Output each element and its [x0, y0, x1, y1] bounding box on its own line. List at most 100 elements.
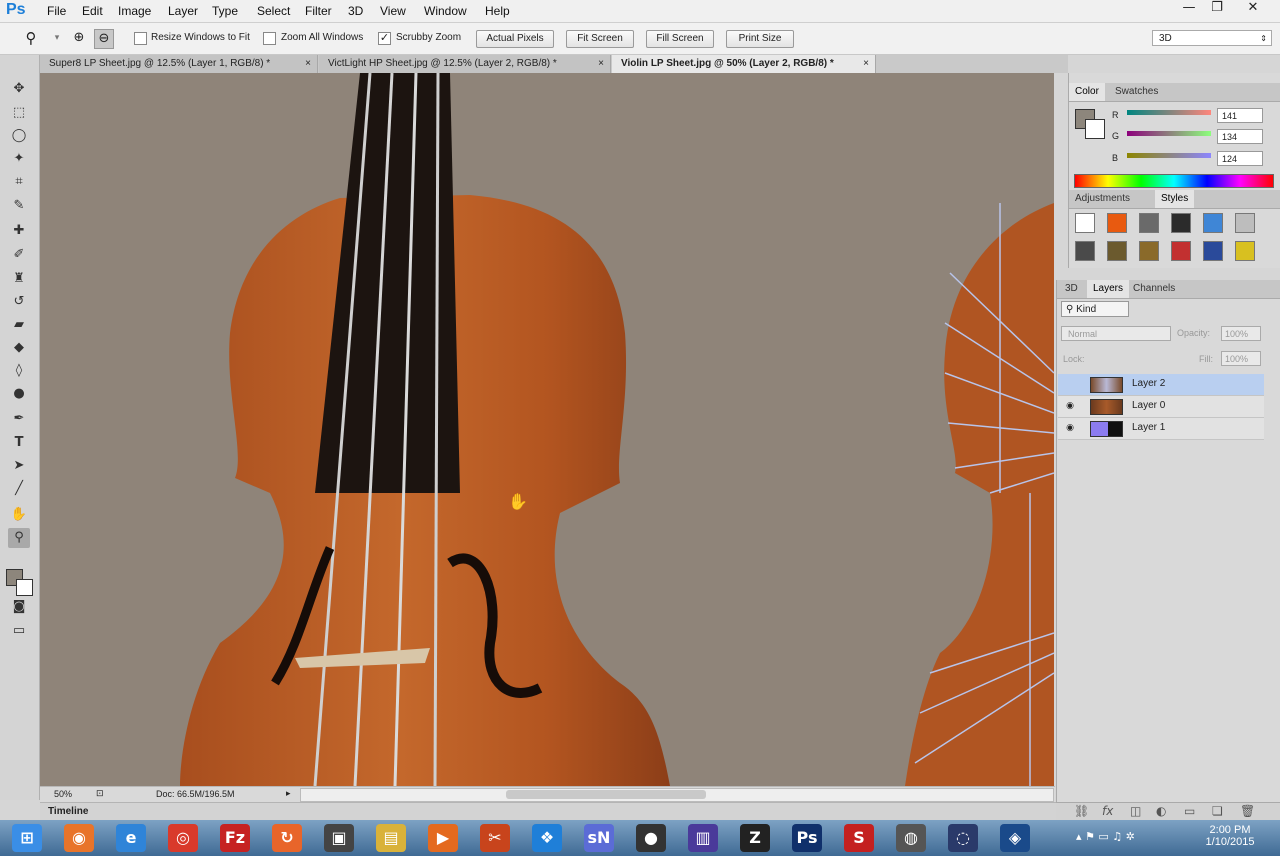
taskbar-firefox-icon[interactable]: ◉: [64, 824, 94, 852]
taskbar-substance-icon[interactable]: S: [844, 824, 874, 852]
tab-color[interactable]: Color: [1069, 83, 1105, 101]
taskbar-internet-explorer-icon[interactable]: e: [116, 824, 146, 852]
taskbar-start-icon[interactable]: ⊞: [12, 824, 42, 852]
red-value[interactable]: 141: [1217, 108, 1263, 123]
doc-tab-violin[interactable]: Violin LP Sheet.jpg @ 50% (Layer 2, RGB/…: [612, 55, 876, 73]
blend-mode-select[interactable]: Normal: [1061, 326, 1171, 341]
actual-pixels-button[interactable]: Actual Pixels: [476, 30, 554, 48]
taskbar-dropbox-icon[interactable]: ❖: [532, 824, 562, 852]
zoom-in-icon[interactable]: ⊕: [70, 29, 88, 47]
status-menu-arrow-icon[interactable]: ▸: [286, 788, 291, 799]
visibility-toggle-icon[interactable]: [1064, 379, 1076, 390]
tab-styles[interactable]: Styles: [1155, 190, 1195, 208]
blur-tool-icon[interactable]: ◊: [8, 361, 30, 381]
taskbar-chrome-icon[interactable]: ◎: [168, 824, 198, 852]
style-swatch[interactable]: [1235, 213, 1255, 233]
trash-icon[interactable]: 🗑: [1240, 804, 1255, 818]
fit-screen-button[interactable]: Fit Screen: [566, 30, 634, 48]
menu-file[interactable]: File: [47, 4, 66, 18]
link-layers-icon[interactable]: ⛓: [1074, 804, 1089, 818]
pen-tool-icon[interactable]: ✒: [8, 409, 30, 429]
eyedropper-tool-icon[interactable]: ✎: [8, 196, 30, 216]
blue-value[interactable]: 124: [1217, 151, 1263, 166]
brush-tool-icon[interactable]: ✐: [8, 245, 30, 265]
style-swatch[interactable]: [1203, 241, 1223, 261]
path-select-tool-icon[interactable]: ➤: [8, 456, 30, 476]
new-layer-icon[interactable]: ❏: [1212, 804, 1223, 818]
resize-windows-checkbox[interactable]: [134, 32, 147, 45]
type-tool-icon[interactable]: T: [8, 433, 30, 453]
taskbar-player-icon[interactable]: ▶: [428, 824, 458, 852]
style-swatch[interactable]: [1171, 241, 1191, 261]
print-size-button[interactable]: Print Size: [726, 30, 794, 48]
opacity-field[interactable]: 100%: [1221, 326, 1261, 341]
taskbar-tool-icon[interactable]: ✂: [480, 824, 510, 852]
zoom-all-checkbox[interactable]: [263, 32, 276, 45]
taskbar-app2-icon[interactable]: ◌: [948, 824, 978, 852]
taskbar-zbrush-icon[interactable]: Z: [740, 824, 770, 852]
tab-swatches[interactable]: Swatches: [1109, 83, 1164, 101]
zoom-level[interactable]: 50%: [54, 789, 72, 799]
zoom-tool-icon[interactable]: ⚲: [22, 29, 40, 47]
style-swatch[interactable]: [1139, 241, 1159, 261]
menu-image[interactable]: Image: [118, 4, 151, 18]
crop-tool-icon[interactable]: ⌗: [8, 172, 30, 192]
eye-icon[interactable]: ◉: [1064, 423, 1076, 434]
restore-button[interactable]: ❐: [1202, 0, 1232, 16]
style-swatch[interactable]: [1235, 241, 1255, 261]
eraser-tool-icon[interactable]: ▰: [8, 315, 30, 335]
zoom-tool-icon[interactable]: ⚲: [8, 528, 30, 548]
new-group-icon[interactable]: ▭: [1184, 804, 1195, 818]
tab-layers[interactable]: Layers: [1087, 280, 1130, 298]
style-swatch[interactable]: [1107, 241, 1127, 261]
document-canvas[interactable]: ✋: [40, 73, 1054, 786]
clock[interactable]: 2:00 PM 1/10/2015: [1200, 824, 1260, 848]
screen-mode-icon[interactable]: ▭: [8, 621, 30, 641]
close-tab-icon[interactable]: ×: [598, 55, 604, 73]
timeline-label[interactable]: Timeline: [48, 806, 88, 817]
hand-tool-icon[interactable]: ✋: [8, 505, 30, 525]
fill-field[interactable]: 100%: [1221, 351, 1261, 366]
taskbar-photoshop-icon[interactable]: Ps: [792, 824, 822, 852]
tab-channels[interactable]: Channels: [1127, 280, 1181, 298]
style-swatch[interactable]: [1107, 213, 1127, 233]
layer-row-layer0[interactable]: ◉ Layer 0: [1058, 396, 1264, 418]
style-swatch[interactable]: [1075, 213, 1095, 233]
menu-filter[interactable]: Filter: [305, 4, 332, 18]
menu-select[interactable]: Select: [257, 4, 290, 18]
menu-layer[interactable]: Layer: [168, 4, 198, 18]
taskbar-editor-icon[interactable]: ▥: [688, 824, 718, 852]
taskbar-media-icon[interactable]: ▣: [324, 824, 354, 852]
paint-bucket-tool-icon[interactable]: ◆: [8, 338, 30, 358]
workspace-select[interactable]: 3D ⇕: [1152, 30, 1272, 46]
close-tab-icon[interactable]: ×: [863, 55, 869, 73]
close-button[interactable]: ✕: [1238, 0, 1268, 16]
style-swatch[interactable]: [1075, 241, 1095, 261]
green-value[interactable]: 134: [1217, 129, 1263, 144]
style-swatch[interactable]: [1139, 213, 1159, 233]
tab-adjustments[interactable]: Adjustments: [1069, 190, 1136, 208]
doc-tab-victlight[interactable]: VictLight HP Sheet.jpg @ 12.5% (Layer 2,…: [319, 55, 611, 73]
add-mask-icon[interactable]: ◫: [1130, 804, 1141, 818]
menu-help[interactable]: Help: [485, 4, 510, 18]
zoom-out-icon[interactable]: ⊖: [94, 29, 114, 49]
doc-tab-super8[interactable]: Super8 LP Sheet.jpg @ 12.5% (Layer 1, RG…: [40, 55, 318, 73]
tab-3d[interactable]: 3D: [1059, 280, 1084, 298]
move-tool-icon[interactable]: ✥: [8, 79, 30, 99]
tool-preset-arrow-icon[interactable]: ▾: [48, 29, 66, 47]
color-spectrum[interactable]: [1074, 174, 1274, 188]
red-slider[interactable]: [1127, 110, 1211, 115]
taskbar-sync-icon[interactable]: ↻: [272, 824, 302, 852]
quick-mask-icon[interactable]: ◙: [8, 597, 30, 617]
export-icon[interactable]: ⊡: [96, 788, 104, 799]
taskbar-game-icon[interactable]: ●: [636, 824, 666, 852]
healing-brush-tool-icon[interactable]: ✚: [8, 221, 30, 241]
taskbar-app1-icon[interactable]: ◍: [896, 824, 926, 852]
menu-window[interactable]: Window: [424, 4, 467, 18]
taskbar-filezilla-icon[interactable]: Fz: [220, 824, 250, 852]
layer-row-layer2[interactable]: Layer 2: [1058, 374, 1264, 396]
layer-row-layer1[interactable]: ◉ Layer 1: [1058, 418, 1264, 440]
layer-filter-select[interactable]: ⚲ Kind: [1061, 301, 1129, 317]
style-swatch[interactable]: [1171, 213, 1191, 233]
background-color-swatch[interactable]: [1085, 119, 1105, 139]
